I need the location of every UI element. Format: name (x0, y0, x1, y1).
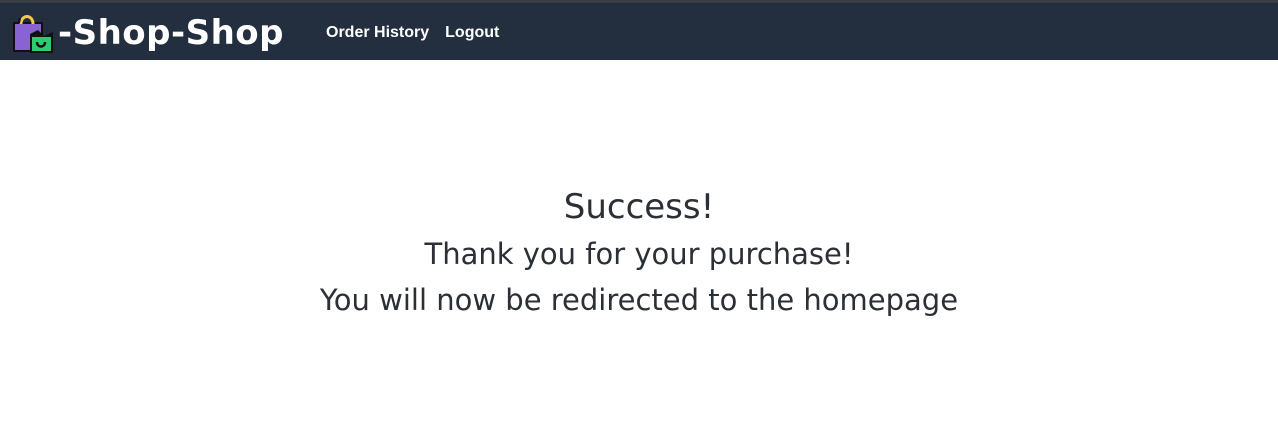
shopping-bag-icon (13, 15, 53, 53)
redirect-message: You will now be redirected to the homepa… (319, 283, 959, 317)
main-nav: Order History Logout (326, 23, 499, 43)
brand-title: -Shop-Shop (58, 13, 284, 53)
success-heading: Success! (563, 187, 715, 227)
logout-link[interactable]: Logout (445, 23, 499, 43)
thank-you-message: Thank you for your purchase! (424, 237, 854, 271)
order-history-link[interactable]: Order History (326, 23, 429, 43)
success-content: Success! Thank you for your purchase! Yo… (0, 60, 1278, 437)
brand-link[interactable]: -Shop-Shop (12, 11, 284, 55)
top-navbar: -Shop-Shop Order History Logout (0, 0, 1278, 60)
